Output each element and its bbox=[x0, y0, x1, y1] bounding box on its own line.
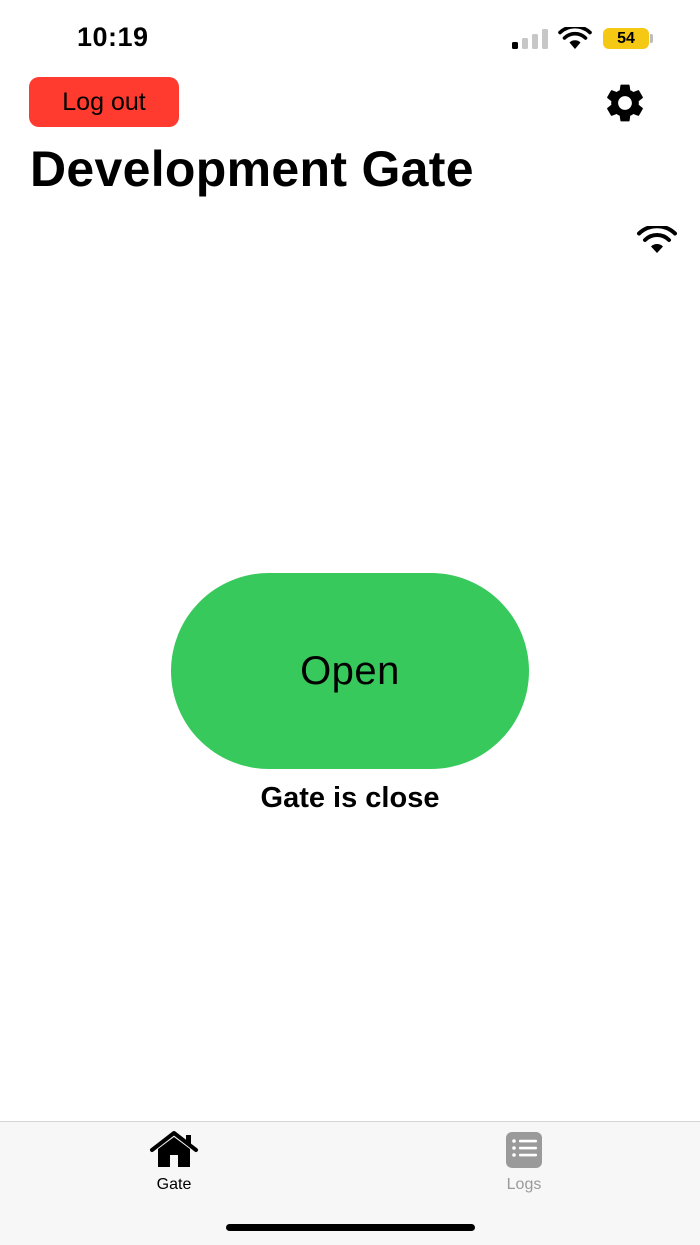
gear-icon bbox=[607, 84, 643, 122]
list-icon bbox=[506, 1132, 542, 1168]
page-title: Development Gate bbox=[30, 141, 474, 197]
tab-logs-label: Logs bbox=[506, 1176, 542, 1193]
status-time: 10:19 bbox=[77, 22, 149, 52]
house-icon bbox=[150, 1131, 198, 1167]
open-gate-button[interactable]: Open bbox=[171, 573, 529, 769]
tab-logs[interactable]: Logs bbox=[464, 1122, 584, 1202]
tab-gate[interactable]: Gate bbox=[114, 1122, 234, 1202]
settings-button[interactable] bbox=[598, 80, 652, 126]
cellular-signal-icon bbox=[512, 29, 548, 49]
tab-gate-label: Gate bbox=[156, 1176, 192, 1193]
logout-button[interactable]: Log out bbox=[29, 77, 179, 127]
status-wifi-icon bbox=[558, 27, 592, 49]
battery-indicator: 54 bbox=[603, 28, 649, 49]
gate-status-text: Gate is close bbox=[260, 782, 440, 814]
home-indicator bbox=[226, 1224, 475, 1231]
battery-tip bbox=[650, 34, 653, 43]
wifi-icon bbox=[637, 226, 677, 253]
